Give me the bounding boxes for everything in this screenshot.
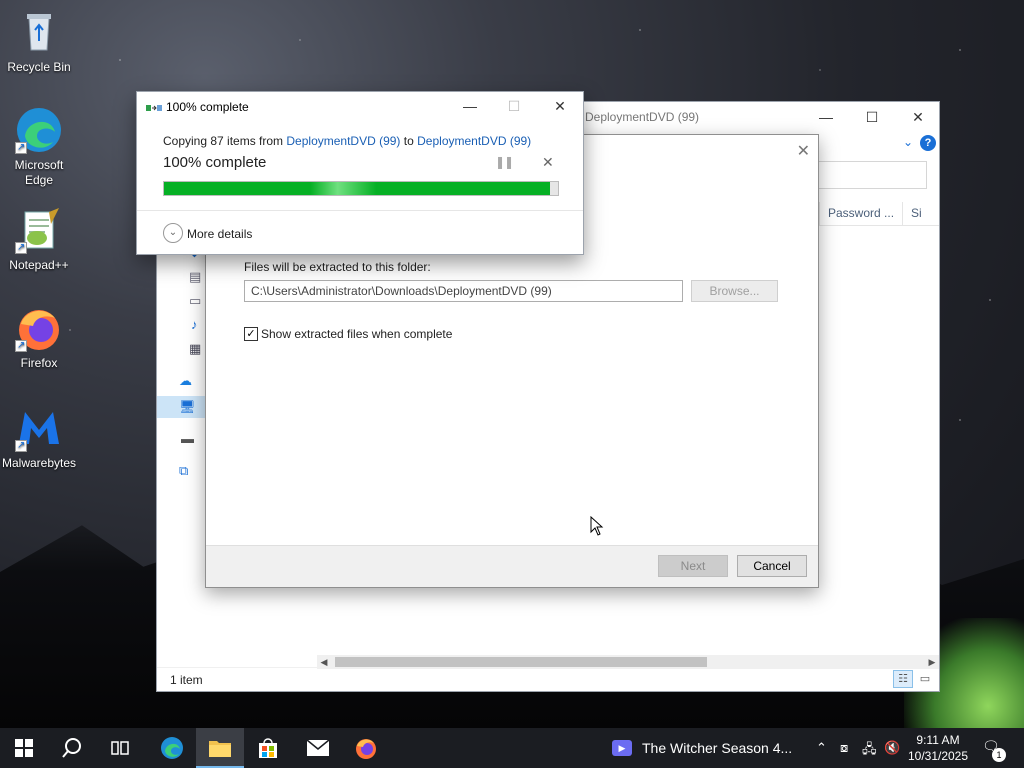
next-button[interactable]: Next <box>658 555 728 577</box>
taskbar-mail-button[interactable] <box>294 728 342 768</box>
network-icon: ⧉ <box>179 463 189 478</box>
explorer-minimize-button[interactable]: — <box>803 102 849 132</box>
drive-icon: ▬ <box>181 431 194 446</box>
firefox-icon <box>356 739 376 759</box>
source-folder-link[interactable]: DeploymentDVD (99) <box>286 134 400 148</box>
copy-files-icon <box>146 102 162 114</box>
column-headers: Password ... Si <box>819 202 939 226</box>
wizard-close-icon[interactable]: ✕ <box>797 141 810 161</box>
taskbar: ▶ The Witcher Season 4... ⌃ ⧇ 🖧 🔇 9:11 A… <box>0 728 1024 768</box>
desktop-icon-label: Microsoft Edge <box>14 158 64 187</box>
store-bag-icon <box>259 738 277 758</box>
desktop-icon-label: Malwarebytes <box>1 456 77 470</box>
ribbon-expand-chevron-icon[interactable]: ⌄ <box>903 135 913 149</box>
cloud-icon: ☁ <box>179 373 192 388</box>
edge-icon <box>15 106 63 155</box>
status-bar: 1 item ☷ ▭ <box>157 667 939 691</box>
desktop-icon-label: Firefox <box>20 356 58 370</box>
windows-logo-icon <box>15 739 33 757</box>
taskbar-media-item[interactable]: ▶ The Witcher Season 4... <box>612 728 792 768</box>
start-button[interactable] <box>0 728 48 768</box>
desktop-icon-notepadpp[interactable]: Notepad++ <box>1 206 77 273</box>
recycle-bin-icon <box>15 8 63 56</box>
media-title: The Witcher Season 4... <box>642 740 793 756</box>
task-view-icon <box>111 741 129 755</box>
desktop-icon-label: Notepad++ <box>9 258 69 272</box>
browse-button[interactable]: Browse... <box>691 280 778 302</box>
volume-muted-icon[interactable]: 🔇 <box>884 740 900 756</box>
percent-complete-text: 100% complete <box>163 154 267 171</box>
progress-window-title: 100% complete <box>166 100 249 114</box>
desktop-icon-firefox[interactable]: Firefox <box>1 304 77 371</box>
progress-maximize-button: ☐ <box>507 98 521 114</box>
search-button[interactable] <box>48 728 96 768</box>
help-icon[interactable]: ? <box>920 135 936 151</box>
notepadpp-icon <box>15 206 63 255</box>
taskbar-file-explorer-button[interactable] <box>196 728 244 768</box>
cancel-copy-icon[interactable]: ✕ <box>542 154 554 171</box>
copy-progress-dialog: 100% complete — ☐ ✕ Copying 87 items fro… <box>136 91 584 255</box>
mail-envelope-icon <box>306 739 330 756</box>
explorer-search-box[interactable] <box>807 161 927 189</box>
show-hidden-icons-chevron-icon[interactable]: ⌃ <box>816 740 827 756</box>
progress-bar-fill <box>164 182 551 195</box>
desktop-icon-label: Recycle Bin <box>7 60 71 74</box>
extract-path-input[interactable] <box>244 280 683 302</box>
copy-summary: Copying 87 items from DeploymentDVD (99)… <box>163 134 531 148</box>
task-view-button[interactable] <box>96 728 144 768</box>
taskbar-store-button[interactable] <box>244 728 292 768</box>
meet-now-icon[interactable]: ⧇ <box>840 740 848 756</box>
explorer-maximize-button[interactable]: ☐ <box>849 102 895 132</box>
show-extracted-files-checkbox[interactable]: ✓ <box>244 327 258 341</box>
wizard-footer: Next Cancel <box>206 545 818 587</box>
taskbar-edge-button[interactable] <box>148 728 196 768</box>
dialog-divider <box>137 210 583 211</box>
details-view-icon[interactable]: ☷ <box>893 670 913 688</box>
mouse-cursor-icon <box>590 516 604 536</box>
clock-time: 9:11 AM <box>916 733 960 747</box>
explorer-close-button[interactable]: ✕ <box>895 102 941 132</box>
desktop-icon-recycle-bin[interactable]: Recycle Bin <box>1 8 77 75</box>
clock-date: 10/31/2025 <box>907 749 969 763</box>
more-details-toggle[interactable]: More details <box>187 227 252 241</box>
cancel-button[interactable]: Cancel <box>737 555 807 577</box>
chevron-down-icon[interactable]: ⌄ <box>163 223 183 243</box>
large-icons-view-icon[interactable]: ▭ <box>915 670 935 688</box>
progress-close-button[interactable]: ✕ <box>537 92 583 120</box>
column-header-size[interactable]: Si <box>902 202 930 225</box>
network-tray-icon[interactable]: 🖧 <box>862 740 877 762</box>
search-icon <box>62 738 81 758</box>
picture-icon: ▭ <box>189 293 202 308</box>
scroll-thumb[interactable] <box>335 657 707 667</box>
desktop-icon-edge[interactable]: Microsoft Edge <box>1 106 77 188</box>
document-icon: ▤ <box>189 269 202 284</box>
copy-progress-bar <box>163 181 559 196</box>
column-header-password[interactable]: Password ... <box>819 202 902 225</box>
item-count: 1 item <box>170 673 203 687</box>
to-text: to <box>403 134 414 148</box>
desktop-icon-malwarebytes[interactable]: Malwarebytes <box>1 404 77 471</box>
taskbar-firefox-button[interactable] <box>342 728 390 768</box>
malwarebytes-icon <box>15 404 63 453</box>
pause-icon[interactable]: ❚❚ <box>495 155 514 169</box>
edge-icon <box>161 737 183 759</box>
extract-folder-label: Files will be extracted to this folder: <box>244 260 431 274</box>
notification-count-badge: 1 <box>992 748 1006 762</box>
computer-icon: 🖥 <box>179 399 196 414</box>
folder-icon <box>209 741 231 757</box>
show-extracted-files-label: Show extracted files when complete <box>261 327 453 341</box>
system-clock[interactable]: 9:11 AM 10/31/2025 <box>906 732 970 764</box>
destination-folder-link[interactable]: DeploymentDVD (99) <box>417 134 531 148</box>
copy-prefix-text: Copying 87 items from <box>163 134 284 148</box>
explorer-window-title: DeploymentDVD (99) <box>585 110 700 124</box>
film-icon: ▦ <box>189 341 202 356</box>
firefox-icon <box>15 304 63 353</box>
video-play-icon: ▶ <box>612 740 632 756</box>
progress-minimize-button[interactable]: — <box>447 92 493 120</box>
